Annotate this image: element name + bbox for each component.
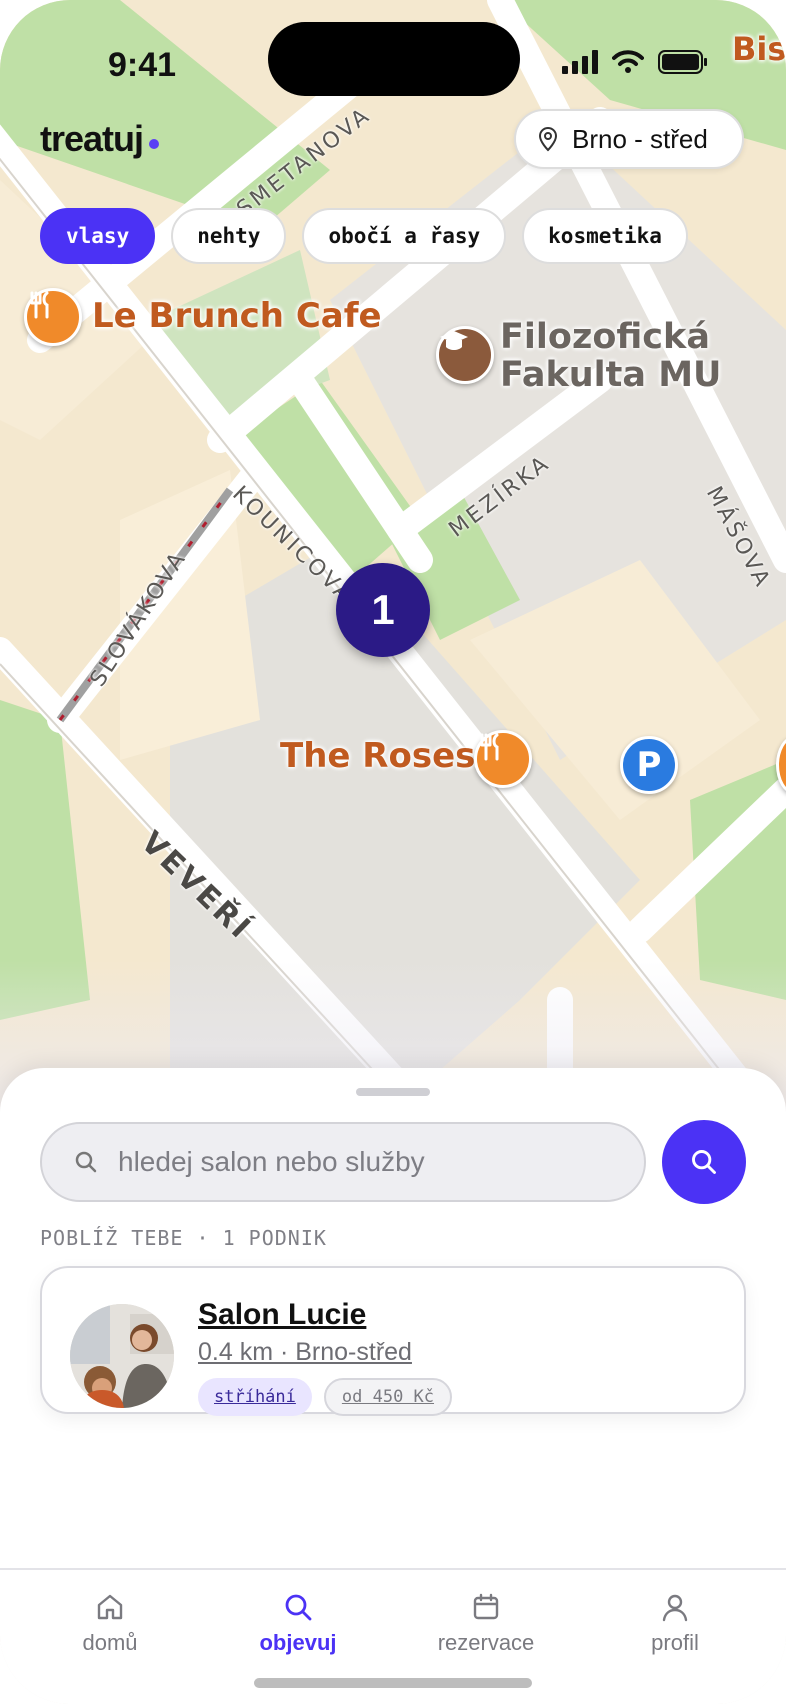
tab-profile[interactable]: profil [610,1592,740,1656]
search-field[interactable] [40,1122,646,1202]
tab-home[interactable]: domů [45,1592,175,1656]
location-label: Brno - střed [572,123,708,154]
map-label-faculty[interactable]: Filozofická Fakulta MU [500,318,721,394]
search-icon [285,1594,312,1621]
restaurant-icon[interactable] [474,730,532,788]
tab-bookings[interactable]: rezervace [421,1592,551,1656]
status-icons [562,50,708,74]
location-pin-icon [538,127,558,152]
restaurant-icon[interactable] [24,288,82,346]
salon-name[interactable]: Salon Lucie [198,1298,366,1332]
salon-tags: stříhání od 450 Kč [198,1378,453,1416]
sheet-grabber[interactable] [356,1088,430,1096]
price-tag: od 450 Kč [323,1378,453,1416]
map-label-corner: Bis [732,30,786,68]
logo-dot [149,139,160,149]
map-view[interactable]: Le Brunch Cafe Filozofická Fakulta MU Th… [0,0,786,1140]
location-button[interactable]: Brno - střed [514,109,744,169]
graduation-cap-icon[interactable] [436,326,494,384]
home-icon [97,1594,123,1620]
parking-icon[interactable]: P [620,736,678,794]
tab-profile-label: profil [651,1630,699,1655]
map-label-brunch[interactable]: Le Brunch Cafe [92,296,382,336]
tab-bookings-label: rezervace [437,1630,535,1655]
salon-distance-location: 0.4 km · Brno-střed [198,1338,412,1366]
calendar-icon [473,1593,499,1620]
wifi-icon [612,50,644,73]
logo-text: treatuj [40,118,144,159]
chip-vlasy[interactable]: vlasy [40,208,156,264]
salon-avatar [70,1304,174,1408]
home-indicator[interactable] [254,1678,532,1688]
search-icon [75,1151,97,1173]
app-screen: Le Brunch Cafe Filozofická Fakulta MU Th… [0,0,786,1704]
app-logo[interactable]: treatuj [40,118,160,160]
map-label-faculty-line2: Fakulta MU [500,355,722,395]
salon-card[interactable]: Salon Lucie 0.4 km · Brno-střed stříhání… [40,1266,746,1416]
nearby-count-label: POBLÍŽ TEBE · 1 PODNIK [40,1226,327,1250]
tab-explore[interactable]: objevuj [233,1592,363,1656]
service-tag[interactable]: stříhání [198,1378,312,1416]
search-input[interactable] [116,1145,600,1179]
map-label-roses[interactable]: The Roses [280,736,475,776]
map-cluster-marker[interactable]: 1 [336,563,430,657]
cellular-signal-icon [562,50,598,74]
chip-kosmetika[interactable]: kosmetika [522,208,688,264]
tab-explore-label: objevuj [259,1630,337,1655]
dynamic-island [268,22,520,96]
search-icon [692,1150,716,1174]
chip-oboci-a-rasy[interactable]: obočí a řasy [302,208,507,264]
tab-home-label: domů [82,1630,138,1655]
map-label-faculty-line1: Filozofická [500,317,710,357]
battery-icon [658,50,707,74]
chip-nehty[interactable]: nehty [171,208,287,264]
status-time: 9:41 [108,46,177,84]
category-chips: vlasy nehty obočí a řasy kosmetika [40,208,688,264]
search-button[interactable] [662,1120,746,1204]
person-icon [662,1594,688,1622]
